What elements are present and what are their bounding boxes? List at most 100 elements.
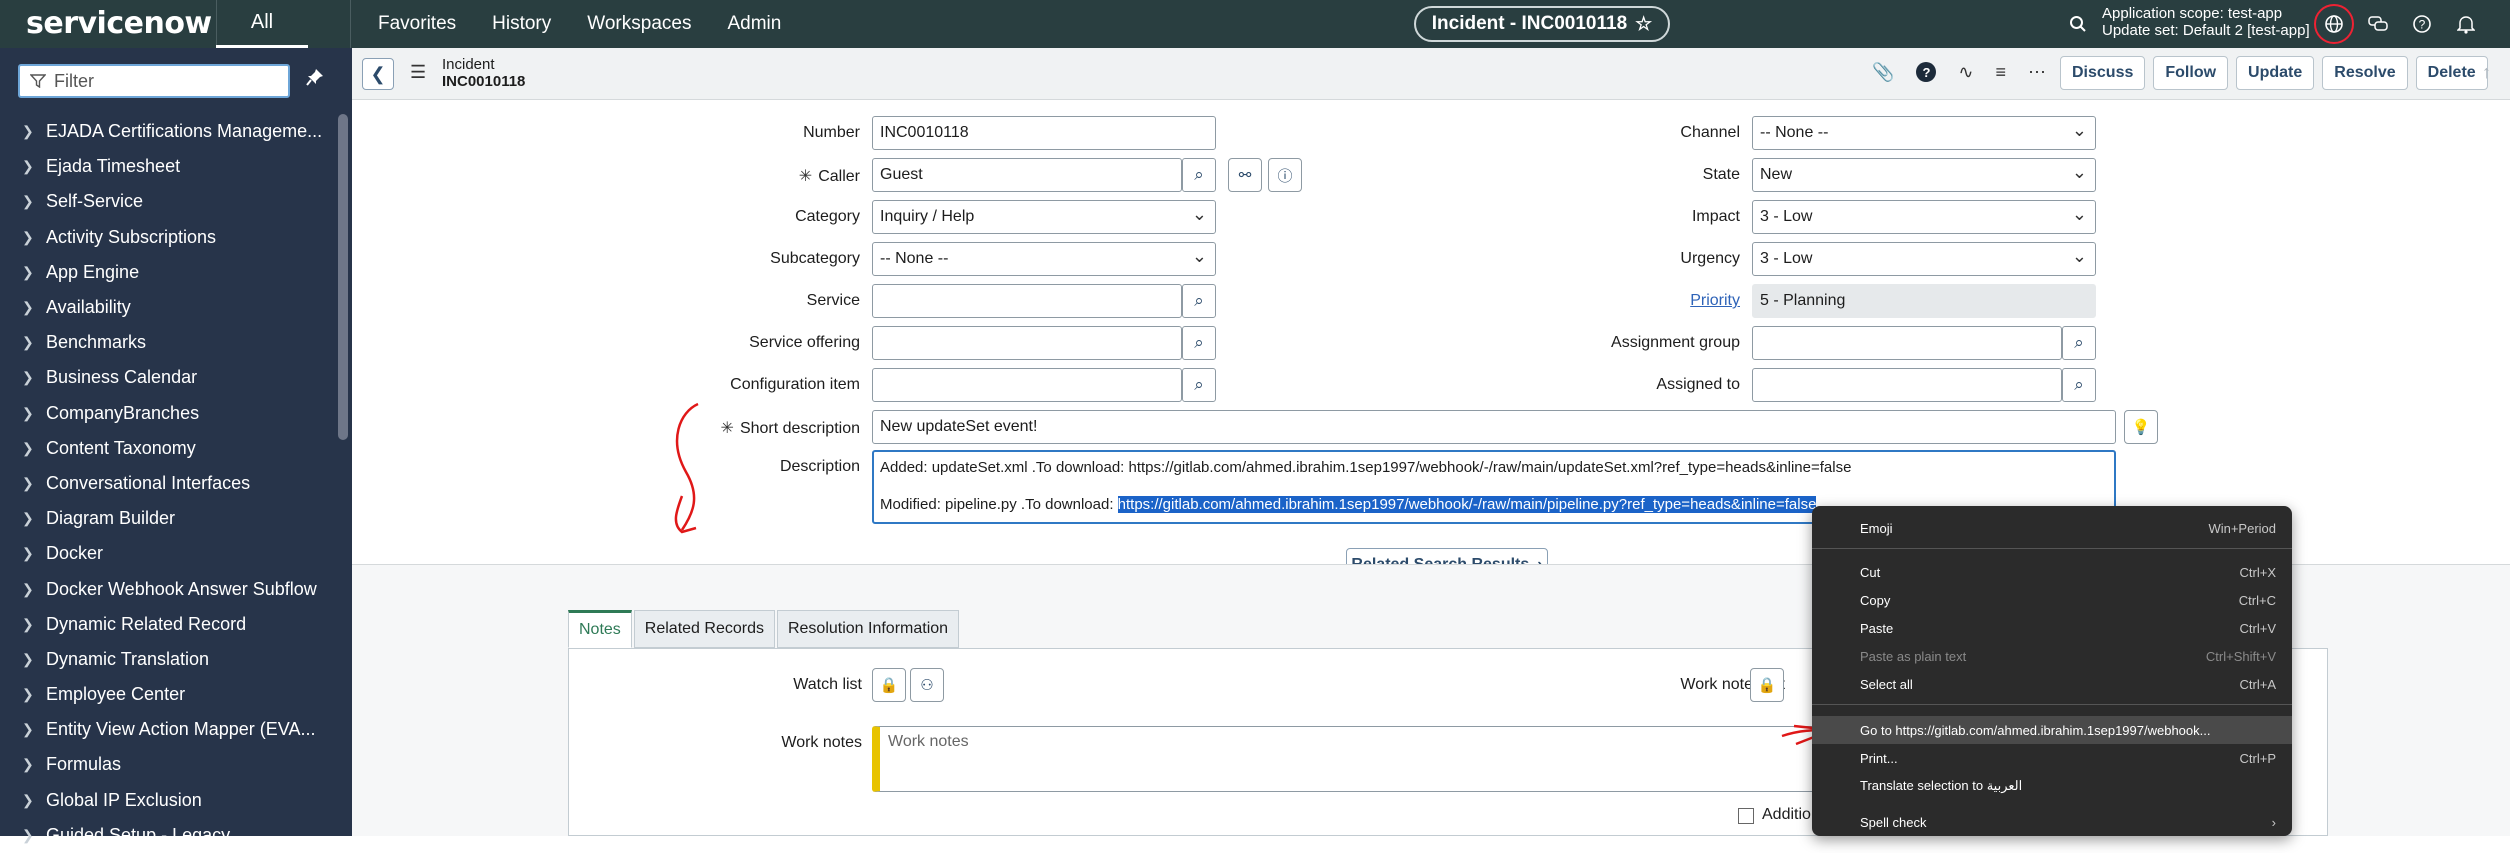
star-icon[interactable]: ☆	[1635, 13, 1652, 36]
nav-item[interactable]: ❯ Availability	[0, 290, 336, 325]
nav-favorites[interactable]: Favorites	[378, 13, 456, 35]
nav-item[interactable]: ❯ Dynamic Translation	[0, 642, 336, 677]
category-select[interactable]: Inquiry / Help	[872, 200, 1216, 234]
ctx-select-all[interactable]: Select all Ctrl+A	[1812, 670, 2292, 698]
resolve-button[interactable]: Resolve	[2322, 56, 2408, 90]
lightbulb-icon[interactable]: 💡	[2124, 410, 2158, 444]
settings-sliders-icon[interactable]: ≡	[1996, 62, 2007, 83]
all-menu-tab[interactable]: All	[216, 0, 308, 48]
nav-item[interactable]: ❯ Activity Subscriptions	[0, 220, 336, 255]
nav-item[interactable]: ❯ Formulas	[0, 747, 336, 782]
back-button[interactable]: ❮	[362, 58, 394, 90]
hierarchy-icon[interactable]: ⚯	[1228, 158, 1262, 192]
urgency-select[interactable]: 3 - Low	[1752, 242, 2096, 276]
tab-notes[interactable]: Notes	[568, 610, 632, 648]
nav-item[interactable]: ❯ Employee Center	[0, 677, 336, 712]
help-icon[interactable]: ?	[2410, 12, 2434, 36]
tab-related-records[interactable]: Related Records	[633, 610, 775, 648]
nav-item-label: Content Taxonomy	[46, 437, 196, 458]
tab-resolution-information[interactable]: Resolution Information	[776, 610, 960, 648]
caller-label-text: Caller	[818, 168, 860, 185]
ctx-copy[interactable]: Copy Ctrl+C	[1812, 586, 2292, 614]
nav-item[interactable]: ❯ Docker	[0, 536, 336, 571]
search-icon[interactable]: ⌕	[1182, 158, 1216, 192]
paperclip-icon[interactable]: 📎	[1872, 62, 1894, 83]
state-select[interactable]: New	[1752, 158, 2096, 192]
impact-select[interactable]: 3 - Low	[1752, 200, 2096, 234]
nav-history[interactable]: History	[492, 13, 551, 35]
additional-comments-checkbox[interactable]	[1738, 808, 1754, 824]
assigned-to-label: Assigned to	[1656, 376, 1740, 393]
nav-item[interactable]: ❯ Benchmarks	[0, 325, 336, 360]
assignment-group-field[interactable]	[1752, 326, 2062, 360]
follow-button[interactable]: Follow	[2153, 56, 2229, 90]
priority-link[interactable]: Priority	[1690, 292, 1740, 310]
nav-item[interactable]: ❯ Content Taxonomy	[0, 431, 336, 466]
ctx-emoji[interactable]: Emoji Win+Period	[1812, 514, 2292, 542]
nav-item[interactable]: ❯ Diagram Builder	[0, 501, 336, 536]
nav-item[interactable]: ❯ CompanyBranches	[0, 396, 336, 431]
filter-input[interactable]: Filter	[18, 64, 290, 98]
ctx-cut[interactable]: Cut Ctrl+X	[1812, 558, 2292, 586]
nav-item[interactable]: ❯ Docker Webhook Answer Subflow	[0, 571, 336, 606]
pin-icon[interactable]	[306, 68, 324, 91]
nav-item[interactable]: ❯ Business Calendar	[0, 360, 336, 395]
nav-item-label: Entity View Action Mapper (EVA...	[46, 719, 316, 740]
lock-icon[interactable]: 🔒	[1750, 668, 1784, 702]
sidebar-scrollbar[interactable]	[338, 114, 348, 440]
channel-select[interactable]: -- None --	[1752, 116, 2096, 150]
nav-item[interactable]: ❯ EJADA Certifications Manageme...	[0, 114, 336, 149]
globe-icon[interactable]	[2322, 12, 2346, 36]
search-icon[interactable]: ⌕	[2062, 368, 2096, 402]
help-icon[interactable]: ?	[1916, 62, 1937, 82]
nav-item-label: Dynamic Translation	[46, 648, 210, 669]
nav-item[interactable]: ❯ Global IP Exclusion	[0, 783, 336, 818]
record-title-pill[interactable]: Incident - INC0010118 ☆	[1414, 6, 1670, 42]
nav-item-label: App Engine	[46, 261, 140, 282]
lock-icon[interactable]: 🔒	[872, 668, 906, 702]
service-offering-field[interactable]	[872, 326, 1182, 360]
ctx-paste[interactable]: Paste Ctrl+V	[1812, 614, 2292, 642]
nav-item[interactable]: ❯ Conversational Interfaces	[0, 466, 336, 501]
ctx-copy-label: Copy	[1860, 592, 1891, 608]
nav-workspaces[interactable]: Workspaces	[587, 13, 691, 35]
service-field[interactable]	[872, 284, 1182, 318]
info-icon[interactable]: ⓘ	[1268, 158, 1302, 192]
search-icon[interactable]	[2066, 12, 2090, 36]
nav-item[interactable]: ❯ Self-Service	[0, 184, 336, 219]
context-menu-icon[interactable]: ☰	[410, 62, 426, 83]
nav-item[interactable]: ❯ Ejada Timesheet	[0, 149, 336, 184]
ctx-translate[interactable]: Translate selection to العربية	[1812, 772, 2292, 800]
assigned-to-field[interactable]	[1752, 368, 2062, 402]
chevron-right-icon: ❯	[22, 826, 34, 843]
delete-button[interactable]: Delete	[2415, 56, 2488, 90]
chat-icon[interactable]	[2366, 12, 2390, 36]
subcategory-select[interactable]: -- None --	[872, 242, 1216, 276]
application-scope[interactable]: Application scope: test-app Update set: …	[2102, 5, 2310, 39]
nav-item[interactable]: ❯ Guided Setup - Legacy	[0, 818, 336, 853]
ctx-print[interactable]: Print... Ctrl+P	[1812, 744, 2292, 772]
ctx-spell-check[interactable]: Spell check ›	[1812, 808, 2292, 836]
short-description-field[interactable]: New updateSet event!	[872, 410, 2116, 444]
search-icon[interactable]: ⌕	[1182, 368, 1216, 402]
search-icon[interactable]: ⌕	[1182, 284, 1216, 318]
activity-icon[interactable]: ∿	[1958, 62, 1973, 83]
nav-admin[interactable]: Admin	[727, 13, 781, 35]
configuration-item-field[interactable]	[872, 368, 1182, 402]
nav-item-label: Global IP Exclusion	[46, 789, 202, 810]
update-button[interactable]: Update	[2236, 56, 2315, 90]
servicenow-logo[interactable]: servicenow	[26, 6, 212, 41]
add-user-icon[interactable]: ⚇	[910, 668, 944, 702]
number-field[interactable]: INC0010118	[872, 116, 1216, 150]
caller-field[interactable]: Guest	[872, 158, 1182, 192]
arrow-up-icon[interactable]: ↑	[2482, 62, 2491, 83]
nav-item[interactable]: ❯ Entity View Action Mapper (EVA...	[0, 712, 336, 747]
nav-item[interactable]: ❯ Dynamic Related Record	[0, 607, 336, 642]
search-icon[interactable]: ⌕	[1182, 326, 1216, 360]
nav-item[interactable]: ❯ App Engine	[0, 255, 336, 290]
more-icon[interactable]: ⋯	[2028, 62, 2046, 83]
discuss-button[interactable]: Discuss	[2060, 56, 2146, 90]
bell-icon[interactable]	[2454, 12, 2478, 36]
search-icon[interactable]: ⌕	[2062, 326, 2096, 360]
ctx-go-to-link[interactable]: Go to https://gitlab.com/ahmed.ibrahim.1…	[1812, 716, 2292, 744]
